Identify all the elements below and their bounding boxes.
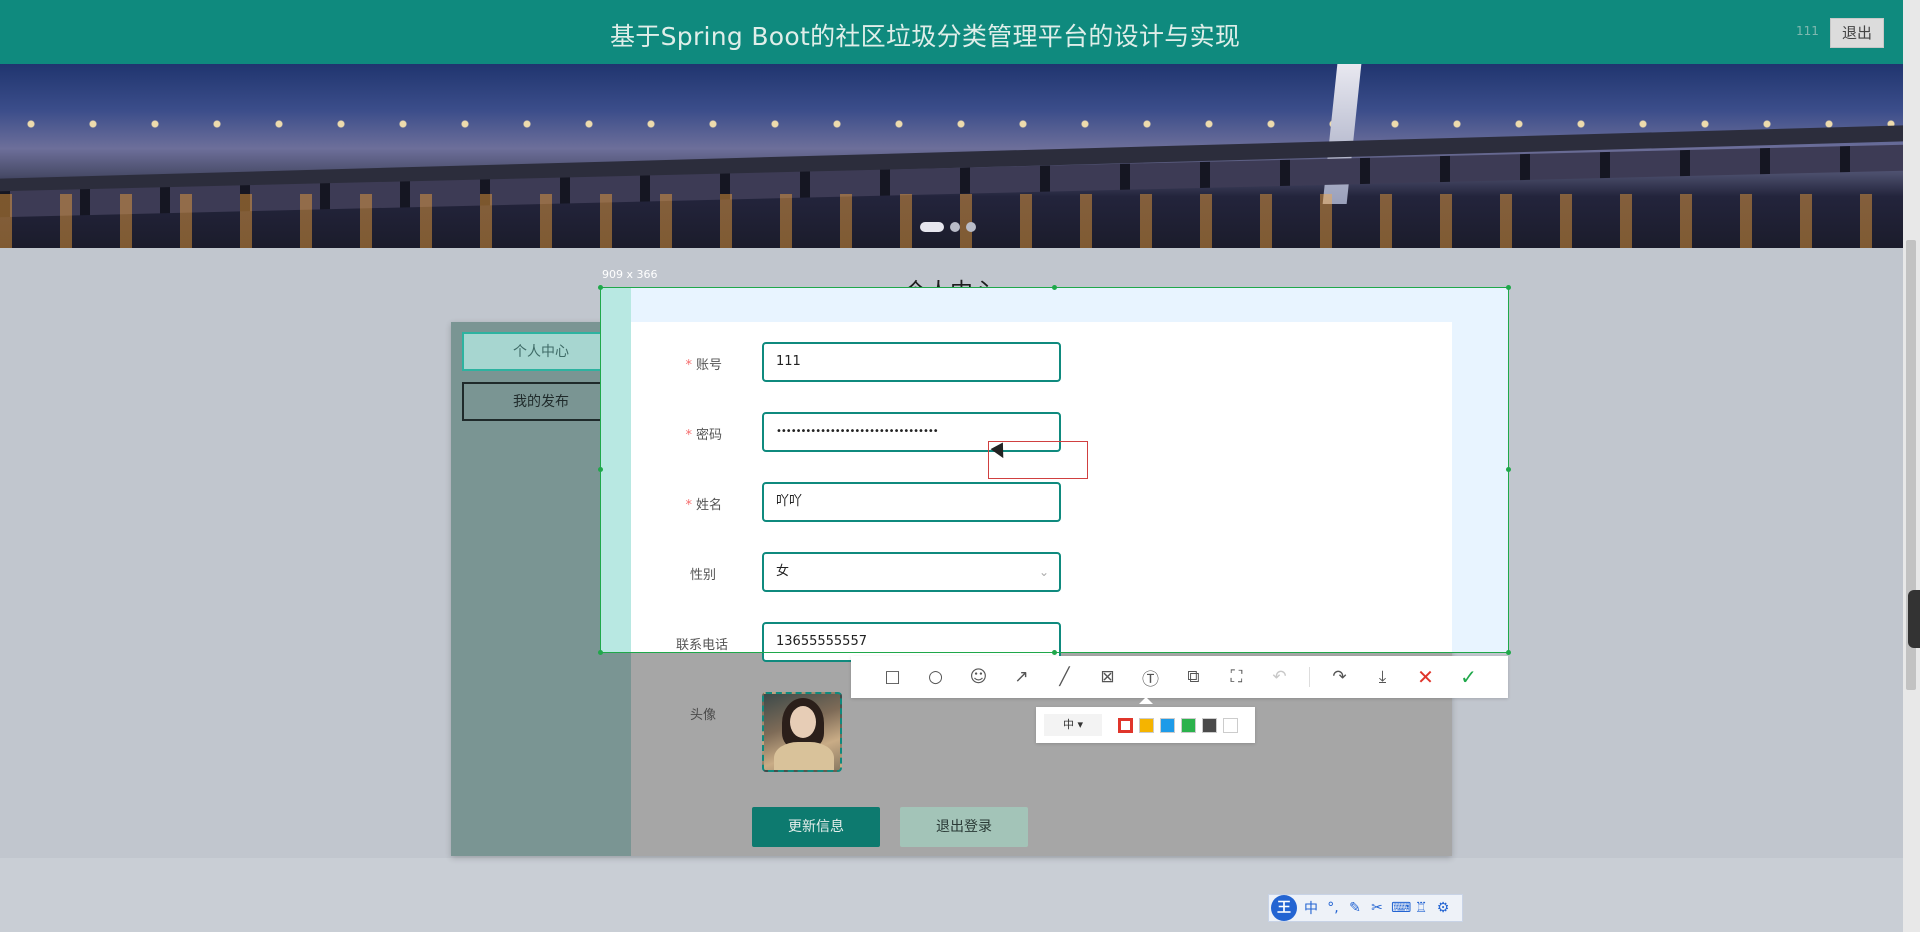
banner-reflections bbox=[0, 194, 1903, 248]
ocr-tool-icon[interactable]: ⛶ bbox=[1215, 656, 1258, 698]
arrow-tool-icon[interactable]: ↗ bbox=[1000, 656, 1043, 698]
app-header: 基于Spring Boot的社区垃圾分类管理平台的设计与实现 111 退出 bbox=[0, 0, 1903, 64]
color-palette: 中 ▾ bbox=[1036, 707, 1255, 743]
ime-scissors-icon[interactable]: ✂ bbox=[1369, 900, 1385, 916]
ime-keyboard-icon[interactable]: ⌨ bbox=[1391, 900, 1411, 916]
phone-label: 联系电话 bbox=[675, 638, 728, 653]
gender-value: 女 bbox=[776, 564, 790, 579]
ime-mode[interactable]: 中 bbox=[1303, 898, 1319, 918]
color-swatch-white[interactable] bbox=[1223, 717, 1238, 733]
stroke-size-select[interactable]: 中 ▾ bbox=[1044, 714, 1102, 736]
selection-handle-b[interactable] bbox=[1052, 650, 1057, 655]
page-footer bbox=[0, 858, 1903, 932]
update-info-button[interactable]: 更新信息 bbox=[752, 807, 880, 847]
side-drawer-handle[interactable] bbox=[1908, 590, 1920, 648]
ime-logo[interactable]: 王 bbox=[1271, 895, 1297, 921]
account-input[interactable]: 111 bbox=[762, 342, 1061, 382]
color-swatch-gray[interactable] bbox=[1202, 717, 1217, 733]
ime-punctuation-icon[interactable]: °, bbox=[1325, 900, 1341, 916]
selection-handle-r[interactable] bbox=[1506, 467, 1511, 472]
carousel-indicators bbox=[920, 222, 976, 232]
mosaic-tool-icon[interactable]: ⊠ bbox=[1086, 656, 1129, 698]
chevron-down-icon: ⌄ bbox=[1038, 565, 1049, 579]
sidebar-item-my-posts[interactable]: 我的发布 bbox=[462, 382, 620, 421]
selection-tint-left bbox=[601, 288, 631, 652]
toolbar-divider bbox=[1309, 667, 1310, 687]
password-label: * 密码 bbox=[685, 428, 722, 443]
carousel-dot-3[interactable] bbox=[966, 222, 976, 232]
confirm-icon[interactable]: ✓ bbox=[1447, 656, 1490, 698]
ime-handwrite-icon[interactable]: ✎ bbox=[1347, 900, 1363, 916]
selection-tint-right bbox=[1452, 288, 1508, 652]
rectangle-tool-icon[interactable]: □ bbox=[871, 656, 914, 698]
cancel-icon[interactable]: ✕ bbox=[1404, 656, 1447, 698]
carousel-dot-2[interactable] bbox=[950, 222, 960, 232]
selection-handle-tr[interactable] bbox=[1506, 285, 1511, 290]
emoji-tool-icon[interactable]: ☺ bbox=[957, 656, 1000, 698]
avatar-upload[interactable] bbox=[762, 692, 842, 772]
color-swatch-yellow[interactable] bbox=[1139, 717, 1154, 733]
selection-handle-bl[interactable] bbox=[598, 650, 603, 655]
user-name: 111 bbox=[1796, 24, 1819, 38]
ime-settings-icon[interactable]: ⚙ bbox=[1435, 900, 1451, 916]
pen-tool-icon[interactable]: ╱ bbox=[1043, 656, 1086, 698]
annotation-toolbar: □ ○ ☺ ↗ ╱ ⊠ Ⓣ ⧉ ⛶ ↶ ↷ ⤓ ✕ ✓ bbox=[851, 656, 1508, 698]
text-tool-icon[interactable]: Ⓣ bbox=[1129, 656, 1172, 698]
selection-handle-l[interactable] bbox=[598, 467, 603, 472]
selection-tint-top bbox=[631, 288, 1452, 322]
selection-handle-t[interactable] bbox=[1052, 285, 1057, 290]
color-swatch-red[interactable] bbox=[1118, 717, 1133, 733]
ime-toolbar: 王 中 °, ✎ ✂ ⌨ ♖ ⚙ bbox=[1268, 894, 1463, 922]
selection-size-label: 909 x 366 bbox=[602, 268, 658, 281]
color-swatch-blue[interactable] bbox=[1160, 717, 1175, 733]
selection-handle-br[interactable] bbox=[1506, 650, 1511, 655]
account-label: * 账号 bbox=[685, 358, 722, 373]
ime-skin-icon[interactable]: ♖ bbox=[1413, 900, 1429, 916]
gender-select[interactable]: 女 ⌄ bbox=[762, 552, 1061, 592]
avatar-image-body bbox=[774, 742, 834, 770]
logout-button[interactable]: 退出登录 bbox=[900, 807, 1028, 847]
banner-carousel bbox=[0, 64, 1903, 248]
pin-tool-icon[interactable]: ⧉ bbox=[1172, 656, 1215, 698]
carousel-dot-1[interactable] bbox=[920, 222, 944, 232]
header-logout-button[interactable]: 退出 bbox=[1830, 18, 1884, 48]
avatar-label: 头像 bbox=[689, 708, 716, 723]
share-icon[interactable]: ↷ bbox=[1318, 656, 1361, 698]
ellipse-tool-icon[interactable]: ○ bbox=[914, 656, 957, 698]
app-title: 基于Spring Boot的社区垃圾分类管理平台的设计与实现 bbox=[610, 22, 1241, 51]
sidebar-item-profile[interactable]: 个人中心 bbox=[462, 332, 620, 371]
name-label: * 姓名 bbox=[685, 498, 722, 513]
avatar-image-face bbox=[790, 706, 816, 738]
gender-label: 性别 bbox=[689, 568, 716, 583]
undo-icon[interactable]: ↶ bbox=[1258, 656, 1301, 698]
color-swatch-green[interactable] bbox=[1181, 717, 1196, 733]
name-input[interactable]: 吖吖 bbox=[762, 482, 1061, 522]
selection-handle-tl[interactable] bbox=[598, 285, 603, 290]
save-icon[interactable]: ⤓ bbox=[1361, 656, 1404, 698]
toolbar-pointer bbox=[1139, 697, 1153, 704]
